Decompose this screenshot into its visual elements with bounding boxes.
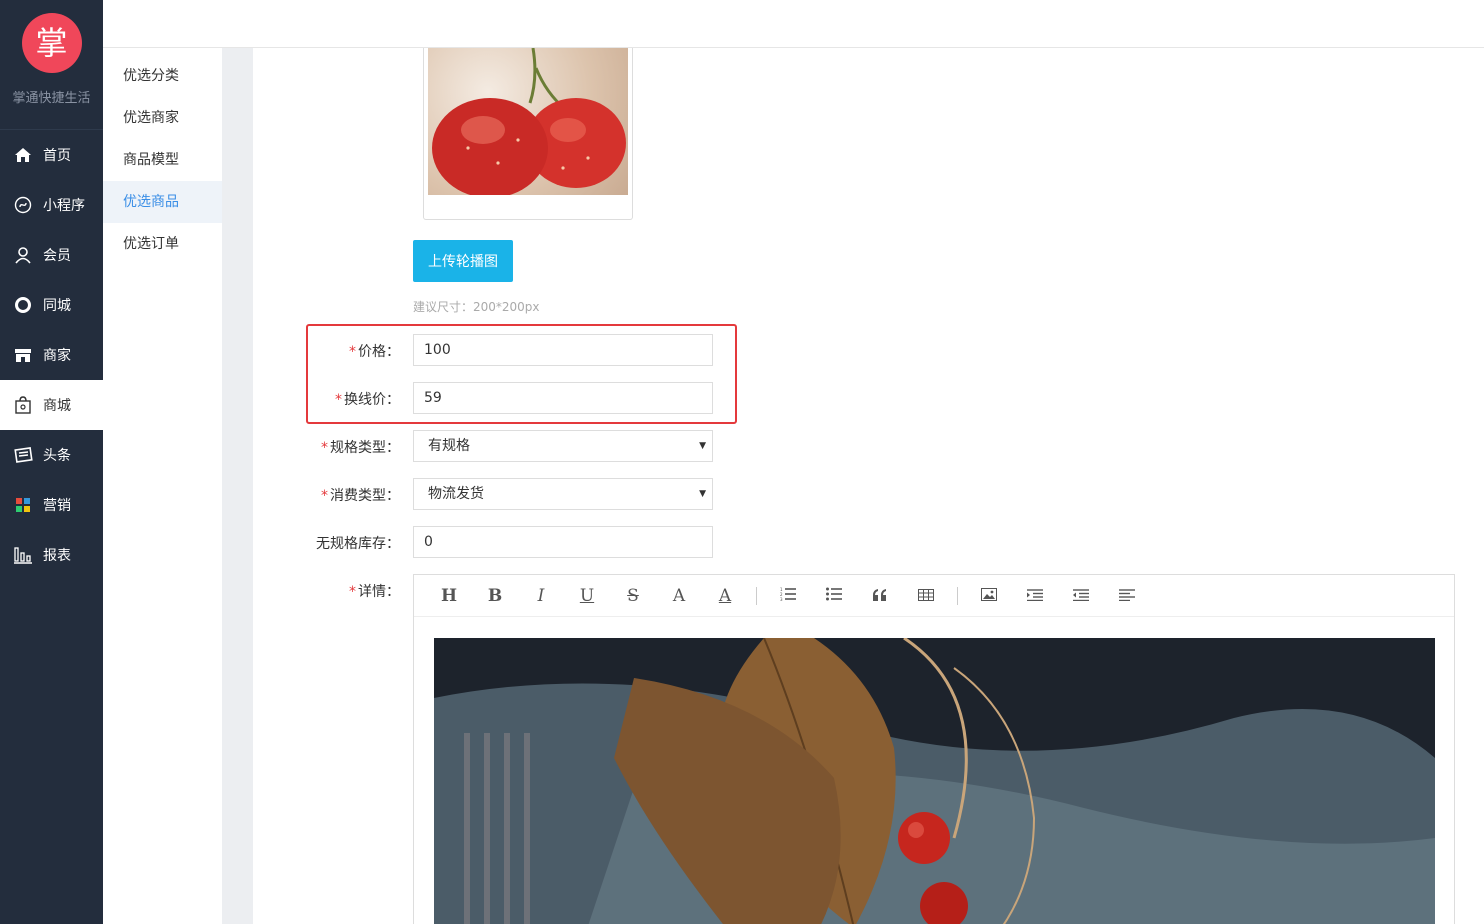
- required-mark: *: [349, 584, 356, 600]
- stock-input[interactable]: 0: [413, 526, 713, 558]
- spec-type-label: * 规格类型：: [200, 437, 400, 457]
- submenu-item-products[interactable]: 优选商品: [103, 181, 222, 223]
- spec-type-label-text: 规格类型：: [330, 440, 400, 456]
- unordered-list-icon[interactable]: [811, 586, 857, 606]
- nav-label: 首页: [43, 148, 71, 164]
- carousel-image-card[interactable]: [423, 48, 633, 220]
- top-bar: [103, 0, 1484, 48]
- price-label: * 价格：: [200, 341, 400, 361]
- price-input[interactable]: 100: [413, 334, 713, 366]
- main-sidebar: 掌 掌通快捷生活 首页 小程序 会员 同城 商家 商城 头条 营销 报表: [0, 0, 103, 924]
- nav-item-headlines[interactable]: 头条: [0, 430, 103, 480]
- nav-item-local[interactable]: 同城: [0, 280, 103, 330]
- nav-label: 商家: [43, 348, 71, 364]
- nav-label: 同城: [43, 298, 71, 314]
- dropdown-arrow-icon: ▼: [699, 441, 706, 451]
- nav-item-mall[interactable]: 商城: [0, 380, 103, 430]
- original-price-label-text: 换线价：: [344, 392, 400, 408]
- nav-label: 报表: [43, 548, 71, 564]
- background-color-button[interactable]: A: [702, 586, 748, 606]
- shop-bag-icon: [13, 395, 33, 415]
- nav-item-merchant[interactable]: 商家: [0, 330, 103, 380]
- submenu-item-merchant[interactable]: 优选商家: [103, 97, 222, 139]
- original-price-label: * 换线价：: [200, 389, 400, 409]
- strikethrough-button[interactable]: S: [610, 586, 656, 606]
- font-color-button[interactable]: A: [656, 586, 702, 606]
- detail-label: * 详情：: [200, 581, 400, 601]
- home-icon: [13, 145, 33, 165]
- newspaper-icon: [13, 445, 33, 465]
- consume-type-label-text: 消费类型：: [330, 488, 400, 504]
- underline-button[interactable]: U: [564, 586, 610, 606]
- italic-button[interactable]: I: [518, 586, 564, 606]
- circle-icon: [13, 295, 33, 315]
- nav-label: 营销: [43, 498, 71, 514]
- logo-area: 掌 掌通快捷生活: [0, 13, 103, 130]
- miniprogram-icon: [13, 195, 33, 215]
- price-label-text: 价格：: [358, 344, 400, 360]
- detail-label-text: 详情：: [358, 584, 400, 600]
- toolbar-divider: [756, 586, 757, 605]
- required-mark: *: [335, 392, 342, 408]
- required-mark: *: [349, 344, 356, 360]
- grid-icon: [13, 495, 33, 515]
- submenu-item-orders[interactable]: 优选订单: [103, 223, 222, 265]
- spec-type-select[interactable]: 有规格 ▼: [413, 430, 713, 462]
- app-logo[interactable]: 掌: [21, 13, 82, 73]
- align-left-icon[interactable]: [1104, 586, 1150, 606]
- rich-text-editor[interactable]: H B I U S A A 123: [413, 574, 1455, 924]
- main-nav: 首页 小程序 会员 同城 商家 商城 头条 营销 报表: [0, 130, 103, 580]
- nav-item-member[interactable]: 会员: [0, 230, 103, 280]
- editor-toolbar: H B I U S A A 123: [414, 575, 1454, 617]
- upload-carousel-button[interactable]: 上传轮播图: [413, 240, 513, 282]
- nav-item-marketing[interactable]: 营销: [0, 480, 103, 530]
- required-mark: *: [321, 440, 328, 456]
- detail-image: [434, 638, 1435, 924]
- outdent-icon[interactable]: [1058, 586, 1104, 606]
- bold-button[interactable]: B: [472, 586, 518, 606]
- toolbar-divider: [957, 586, 958, 605]
- stock-label: 无规格库存：: [316, 536, 400, 552]
- indent-icon[interactable]: [1012, 586, 1058, 606]
- consume-type-label: * 消费类型：: [200, 485, 400, 505]
- nav-item-miniprogram[interactable]: 小程序: [0, 180, 103, 230]
- consume-type-select[interactable]: 物流发货 ▼: [413, 478, 713, 510]
- consume-type-value: 物流发货: [428, 486, 484, 502]
- nav-label: 小程序: [43, 198, 85, 214]
- nav-item-home[interactable]: 首页: [0, 130, 103, 180]
- nav-label: 头条: [43, 448, 71, 464]
- user-icon: [13, 245, 33, 265]
- dropdown-arrow-icon: ▼: [699, 489, 706, 499]
- table-icon[interactable]: [903, 586, 949, 606]
- bar-chart-icon: [13, 545, 33, 565]
- nav-item-reports[interactable]: 报表: [0, 530, 103, 580]
- carousel-image: [428, 48, 628, 195]
- original-price-input[interactable]: 59: [413, 382, 713, 414]
- heading-button[interactable]: H: [426, 586, 472, 606]
- quote-icon[interactable]: [857, 586, 903, 606]
- image-icon[interactable]: [966, 586, 1012, 606]
- required-mark: *: [321, 488, 328, 504]
- nav-label: 会员: [43, 248, 71, 264]
- brand-name: 掌通快捷生活: [12, 91, 91, 106]
- store-icon: [13, 345, 33, 365]
- svg-text:3: 3: [780, 597, 783, 601]
- ordered-list-icon[interactable]: 123: [765, 586, 811, 606]
- submenu-item-category[interactable]: 优选分类: [103, 55, 222, 97]
- submenu-item-model[interactable]: 商品模型: [103, 139, 222, 181]
- upload-size-hint: 建议尺寸：200*200px: [413, 300, 540, 314]
- spec-type-value: 有规格: [428, 438, 470, 454]
- nav-label: 商城: [43, 398, 71, 414]
